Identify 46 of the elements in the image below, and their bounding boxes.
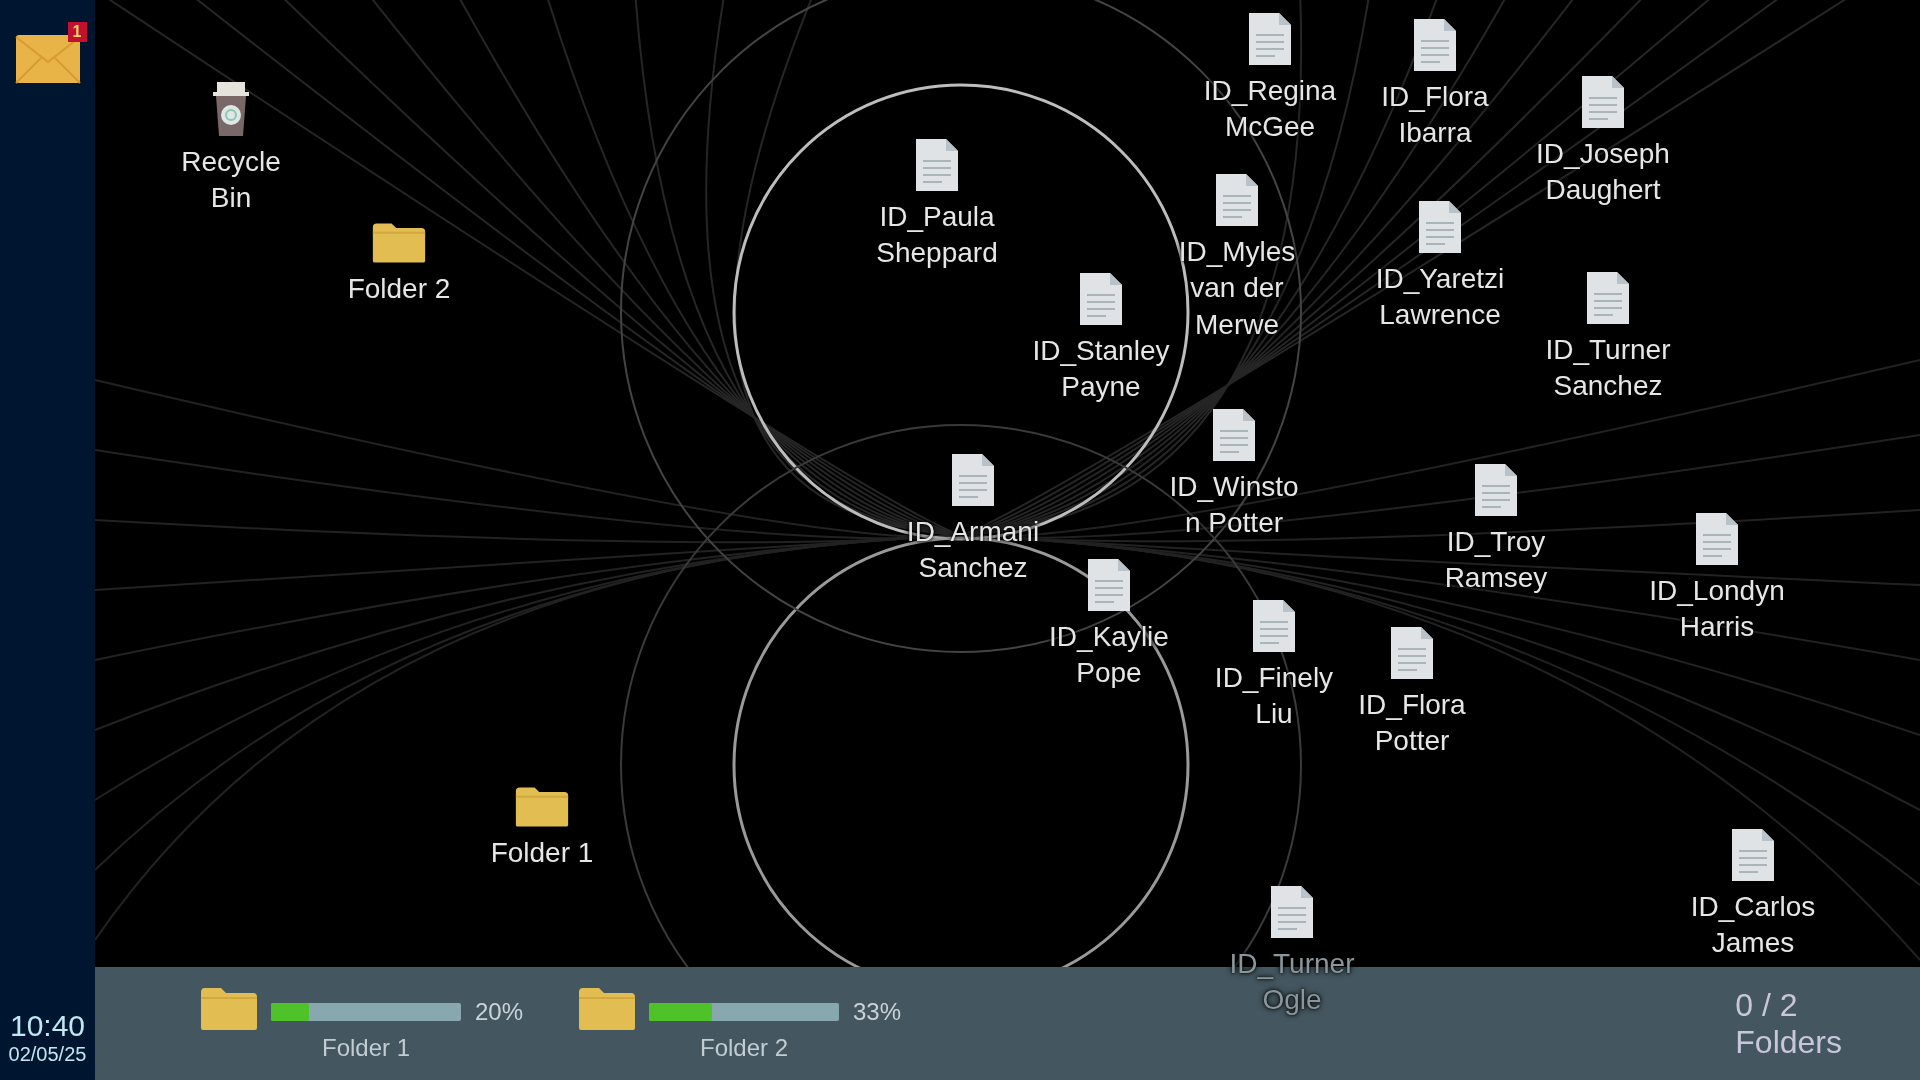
document-icon — [950, 452, 996, 508]
clock-time: 10:40 — [9, 1009, 86, 1043]
folder-icon — [514, 785, 570, 829]
icon-label[interactable]: Folder 1 — [490, 835, 594, 872]
progress-percent: 20% — [475, 997, 524, 1026]
folder-name: Folder 1 — [320, 1033, 411, 1062]
icon-label[interactable]: ID_Troy Ramsey — [1426, 524, 1566, 597]
clock-date: 02/05/25 — [8, 1043, 87, 1066]
document-icon — [1585, 270, 1631, 326]
progress-percent: 33% — [853, 997, 902, 1026]
icon-label[interactable]: ID_Paula Sheppard — [867, 199, 1007, 272]
icon-label[interactable]: Recycle Bin — [161, 144, 301, 217]
icon-label[interactable]: ID_Finely Liu — [1204, 660, 1344, 733]
document-icon — [1247, 11, 1293, 67]
icon-label[interactable]: ID_Flora Potter — [1342, 687, 1482, 760]
folder-counter: 0 / 2 — [1735, 986, 1799, 1024]
folder-icon — [577, 985, 637, 1032]
notification-badge: 1 — [67, 22, 87, 42]
folder-icon — [371, 221, 427, 265]
icon-label[interactable]: ID_Carlos James — [1683, 889, 1823, 962]
document-icon — [1269, 884, 1315, 940]
document-icon — [1412, 17, 1458, 73]
icon-label[interactable]: ID_Winston Potter — [1164, 469, 1304, 542]
folder-name: Folder 2 — [698, 1033, 789, 1062]
document-icon — [1251, 598, 1297, 654]
document-icon — [1389, 625, 1435, 681]
recycle-bin-icon — [211, 80, 251, 138]
icon-label[interactable]: ID_Yaretzi Lawrence — [1370, 261, 1510, 334]
document-icon — [1086, 557, 1132, 613]
counter-label: Folders — [1735, 1023, 1842, 1061]
icon-label[interactable]: ID_Turner Sanchez — [1538, 332, 1678, 405]
icon-label[interactable]: ID_Flora Ibarra — [1365, 79, 1505, 152]
document-icon — [1214, 172, 1260, 228]
folder-icon — [199, 985, 259, 1032]
document-icon — [1473, 462, 1519, 518]
icon-label[interactable]: Folder 2 — [347, 271, 451, 308]
document-icon — [1694, 511, 1740, 567]
document-icon — [914, 137, 960, 193]
icon-label[interactable]: ID_Londyn Harris — [1647, 573, 1787, 646]
document-icon — [1211, 407, 1257, 463]
icon-label[interactable]: ID_Joseph Daughert — [1533, 136, 1673, 209]
document-icon — [1078, 271, 1124, 327]
document-icon — [1417, 199, 1463, 255]
document-icon — [1580, 74, 1626, 130]
document-icon — [1730, 827, 1776, 883]
icon-label[interactable]: ID_Regina McGee — [1200, 73, 1340, 146]
